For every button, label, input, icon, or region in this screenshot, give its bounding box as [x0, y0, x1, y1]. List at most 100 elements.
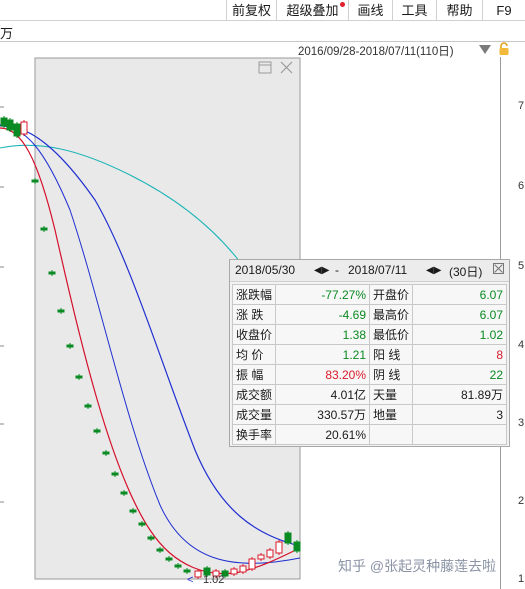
candle-body[interactable] — [257, 554, 265, 560]
date-from-arrows-icon[interactable]: ◀▶ — [314, 265, 329, 276]
menu-help[interactable]: 帮助 — [436, 0, 482, 21]
stats-cell: 1.38 — [275, 324, 371, 345]
y-tick-6: 6 — [518, 180, 525, 192]
low-price-marker: 1.02 — [203, 574, 225, 586]
candle-body[interactable] — [284, 532, 292, 544]
stats-cell: 83.20% — [275, 364, 371, 385]
candle-body[interactable] — [293, 541, 301, 552]
close-icon[interactable] — [493, 263, 504, 274]
candle-body[interactable] — [40, 227, 48, 231]
candle-body[interactable] — [183, 569, 191, 573]
menu-draw-line[interactable]: 画线 — [348, 0, 392, 21]
candle-body[interactable] — [13, 123, 21, 137]
menu-tools[interactable]: 工具 — [392, 0, 436, 21]
candle-body[interactable] — [248, 558, 256, 570]
watermark: 知乎 @张起灵种藤莲去啦 — [338, 558, 497, 574]
stats-cell: 330.57万 — [275, 404, 371, 425]
candle-body[interactable] — [84, 404, 92, 408]
stats-cell: 最低价 — [369, 324, 414, 345]
stats-cell: 阳 线 — [369, 344, 414, 365]
candle-body[interactable] — [6, 119, 14, 131]
candle-body[interactable] — [20, 121, 28, 135]
stats-cell: -4.69 — [275, 304, 371, 325]
stats-cell: 涨 跌 — [231, 304, 277, 325]
stats-cell: 收盘价 — [231, 324, 277, 345]
stats-cell: 22 — [412, 364, 508, 385]
stats-cell: 6.07 — [412, 304, 508, 325]
stats-cell — [412, 424, 508, 445]
candle-body[interactable] — [266, 549, 274, 558]
menu-super-overlay-label: 超级叠加 — [286, 3, 339, 18]
stats-row: 振 幅 83.20% 阴 线 22 — [231, 364, 508, 385]
candle-body[interactable] — [120, 491, 128, 495]
stats-cell: 天量 — [369, 384, 414, 405]
stats-row: 均 价 1.21 阳 线8 — [231, 344, 508, 365]
stats-cell: 3 — [412, 404, 508, 425]
candle-body[interactable] — [138, 522, 146, 526]
stats-row: 涨 跌 -4.69 最高价 6.07 — [231, 304, 508, 325]
sub-toolbar: 万 — [0, 21, 525, 42]
left-tick-marks — [0, 106, 4, 503]
stats-cell: 81.89万 — [412, 384, 508, 405]
lock-icon[interactable] — [497, 42, 511, 56]
candle-body[interactable] — [129, 509, 137, 513]
stats-cell: 均 价 — [231, 344, 277, 365]
stats-cell: 涨跌幅 — [231, 284, 277, 305]
candle-body[interactable] — [111, 472, 119, 476]
stats-date-to: 2018/07/11 — [348, 263, 408, 277]
candle-body[interactable] — [194, 570, 202, 578]
stats-cell: 4.01亿 — [275, 384, 371, 405]
stats-cell: 振 幅 — [231, 364, 277, 385]
candle-body[interactable] — [174, 564, 182, 568]
stats-cell: 开盘价 — [369, 284, 414, 305]
candle-body[interactable] — [48, 271, 56, 275]
low-arrow-icon: < — [187, 574, 194, 586]
dropdown-triangle-icon[interactable] — [479, 45, 491, 54]
stats-days: (30日) — [449, 265, 483, 279]
candle-body[interactable] — [156, 548, 164, 552]
y-tick-2: 2 — [518, 495, 525, 507]
stats-cell: 成交额 — [231, 384, 277, 405]
menu-super-overlay[interactable]: 超级叠加 — [276, 0, 348, 21]
candle-body[interactable] — [93, 429, 101, 433]
candle-body[interactable] — [102, 451, 110, 455]
interval-stats-panel: 2018/05/30 ◀▶ - 2018/07/11 ◀▶ (30日) 涨跌幅 -… — [229, 259, 510, 447]
y-tick-5: 5 — [518, 260, 525, 272]
candle-body[interactable] — [147, 536, 155, 540]
stats-row: 涨跌幅 -77.27% 开盘价 6.07 — [231, 284, 508, 305]
unit-label: 万 — [0, 26, 14, 41]
stats-row: 收盘价 1.38 最低价 1.02 — [231, 324, 508, 345]
stats-cell: 成交量 — [231, 404, 277, 425]
stats-cell: 6.07 — [412, 284, 508, 305]
stats-date-from: 2018/05/30 — [235, 263, 296, 277]
candle-body[interactable] — [239, 565, 247, 573]
notification-dot-icon — [340, 2, 345, 7]
stats-cell: 地量 — [369, 404, 414, 425]
y-tick-7: 7 — [518, 100, 525, 112]
date-to-arrows-icon[interactable]: ◀▶ — [426, 265, 441, 276]
y-tick-4: 4 — [518, 339, 525, 351]
stats-row: 成交额 4.01亿 天量 81.89万 — [231, 384, 508, 405]
menu-f9[interactable]: F9 — [482, 0, 525, 21]
stats-date-sep: - — [335, 263, 339, 277]
stats-row: 换手率 20.61% — [231, 424, 508, 445]
menu-forward-adjust[interactable]: 前复权 — [226, 0, 276, 21]
candle-body[interactable] — [66, 344, 74, 348]
candle-body[interactable] — [275, 541, 283, 554]
candle-body[interactable] — [165, 557, 173, 561]
stats-cell: 最高价 — [369, 304, 414, 325]
stats-cell: 换手率 — [231, 424, 277, 445]
stats-header: 2018/05/30 ◀▶ - 2018/07/11 ◀▶ (30日) — [230, 260, 509, 282]
candle-body[interactable] — [57, 309, 65, 313]
candle-body[interactable] — [75, 375, 83, 379]
stats-cell: 1.02 — [412, 324, 508, 345]
stats-cell: 阴 线 — [369, 364, 414, 385]
stats-cell — [369, 424, 414, 445]
candle-body[interactable] — [0, 117, 8, 127]
candle-body[interactable] — [230, 568, 238, 575]
stats-cell: 8 — [412, 344, 508, 365]
candle-body[interactable] — [31, 179, 39, 183]
stats-table: 涨跌幅 -77.27% 开盘价 6.07 涨 跌 -4.69 最高价 6.07 收盘价 1.38 最… — [231, 284, 508, 445]
top-menu-bar: 前复权 超级叠加 画线 工具 帮助 F9 — [0, 0, 525, 21]
stats-row: 成交量 330.57万 地量 3 — [231, 404, 508, 425]
